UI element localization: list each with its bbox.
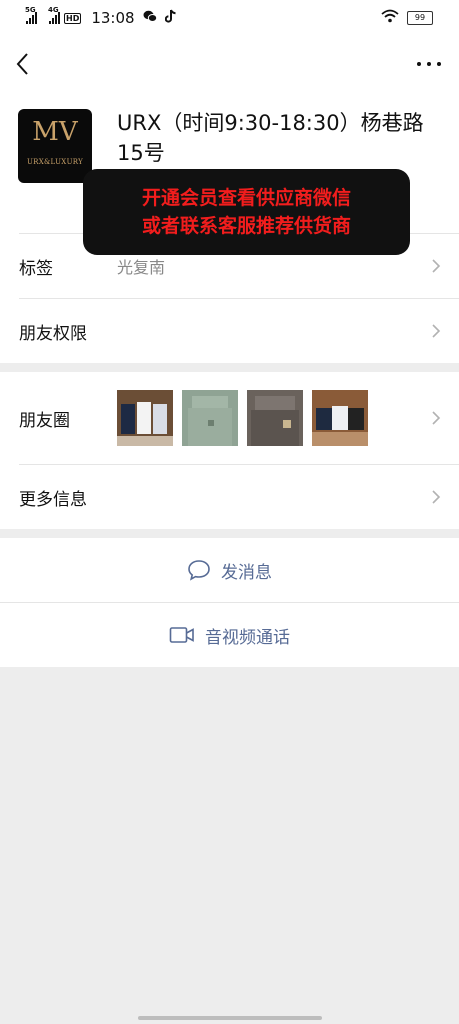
video-call-label: 音视频通话 — [205, 627, 290, 648]
hd-badge: HD — [64, 12, 82, 24]
chat-bubble-icon — [188, 560, 210, 581]
chevron-left-icon — [16, 53, 28, 75]
battery-indicator: 99 — [407, 11, 433, 25]
more-dot — [427, 62, 431, 66]
permissions-row[interactable]: 朋友权限 — [0, 299, 459, 363]
moments-section: 朋友圈 更多信息 — [0, 372, 459, 529]
avatar[interactable]: MV URX&LUXURY — [18, 109, 92, 183]
moment-thumbnail[interactable] — [312, 390, 368, 446]
status-left: 5G 4G HD 13:08 — [25, 6, 177, 27]
profile-name: URX（时间9:30-18:30）杨巷路15号 — [117, 111, 424, 165]
status-right: 99 — [381, 9, 433, 27]
chevron-right-icon — [432, 411, 441, 425]
promo-line-2: 或者联系客服推荐供货商 — [141, 215, 351, 237]
promo-line-1: 开通会员查看供应商微信 — [141, 187, 351, 209]
more-info-row[interactable]: 更多信息 — [0, 465, 459, 529]
moment-thumbnail[interactable] — [247, 390, 303, 446]
moments-label: 朋友圈 — [19, 410, 70, 431]
video-call-button[interactable]: 音视频通话 — [0, 603, 459, 667]
moment-thumbnail[interactable] — [117, 390, 173, 446]
more-info-label: 更多信息 — [19, 489, 87, 510]
avatar-brand: URX&LUXURY — [26, 158, 84, 166]
actions-section: 发消息 音视频通话 — [0, 538, 459, 667]
wifi-icon — [381, 9, 399, 27]
home-indicator[interactable] — [138, 1016, 322, 1020]
more-dot — [437, 62, 441, 66]
tiktok-icon — [164, 9, 177, 27]
chevron-right-icon — [432, 324, 441, 338]
tags-value: 光复南 — [117, 258, 166, 277]
video-camera-icon — [169, 627, 194, 643]
chevron-right-icon — [432, 490, 441, 504]
nav-bar — [0, 36, 459, 92]
signal-4g-label: 4G — [48, 6, 59, 14]
back-button[interactable] — [12, 50, 36, 78]
moment-thumbnail[interactable] — [182, 390, 238, 446]
moments-thumbnails — [117, 390, 368, 446]
more-button[interactable] — [417, 54, 441, 74]
status-time: 13:08 — [91, 9, 135, 27]
chevron-right-icon — [432, 259, 441, 273]
signal-4g-icon: 4G — [48, 6, 60, 24]
wechat-icon — [143, 10, 157, 27]
send-message-button[interactable]: 发消息 — [0, 538, 459, 602]
signal-5g-icon: 5G — [25, 6, 37, 24]
avatar-monogram: MV — [32, 117, 78, 147]
signal-5g-label: 5G — [25, 6, 36, 14]
send-message-label: 发消息 — [221, 562, 272, 583]
promo-overlay-banner[interactable]: 开通会员查看供应商微信 或者联系客服推荐供货商 — [83, 169, 410, 255]
tags-label: 标签 — [19, 258, 53, 279]
more-dots-icon — [417, 62, 421, 66]
status-bar: 5G 4G HD 13:08 99 — [0, 0, 459, 36]
moments-row[interactable]: 朋友圈 — [0, 372, 459, 464]
permissions-label: 朋友权限 — [19, 323, 87, 344]
